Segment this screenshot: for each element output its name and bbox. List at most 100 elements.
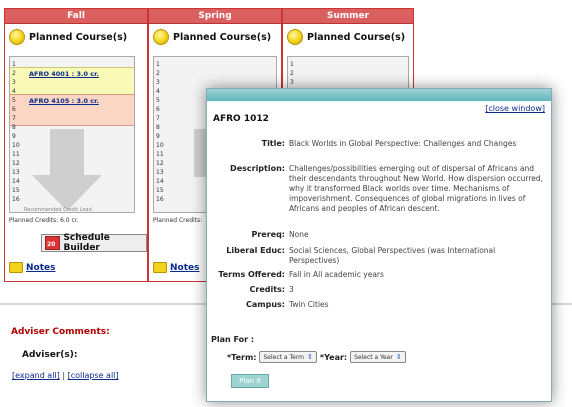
slot-number: 1	[12, 61, 16, 68]
field-label: Campus:	[246, 300, 285, 309]
field-value: None	[289, 230, 309, 239]
planned-course-item[interactable]: AFRO 4105 : 3.0 cr.	[10, 94, 134, 126]
terms-offered-field: Terms Offered: Fall in All academic year…	[207, 270, 553, 280]
course-link[interactable]: AFRO 4001 : 3.0 cr.	[29, 70, 99, 78]
term-header-fall: Fall	[5, 9, 147, 24]
field-value: Fall in All academic years	[289, 270, 384, 279]
slot-number: 15	[12, 187, 20, 194]
slot-number: 4	[156, 88, 160, 95]
slot-number: 3	[12, 79, 16, 86]
select-arrows-icon: ⇕	[395, 353, 402, 361]
title-field: Title: Black Worlds in Global Perspectiv…	[207, 139, 553, 149]
campus-field: Campus: Twin Cities	[207, 300, 553, 310]
course-slot-list[interactable]: AFRO 4001 : 3.0 cr. AFRO 4105 : 3.0 cr. …	[9, 56, 135, 213]
slot-number: 6	[156, 106, 160, 113]
description-field: Description: Challenges/possibilities em…	[207, 164, 553, 214]
slot-number: 16	[12, 196, 20, 203]
slot-number: 10	[12, 142, 20, 149]
slot-number: 10	[156, 142, 164, 149]
slot-number: 14	[12, 178, 20, 185]
lightbulb-icon	[153, 29, 169, 45]
drop-arrow-icon	[50, 129, 84, 177]
slot-number: 5	[156, 97, 160, 104]
expand-all-link[interactable]: [expand all]	[12, 371, 60, 380]
slot-number: 8	[12, 124, 16, 131]
field-label: Title:	[261, 139, 285, 148]
slot-number: 1	[290, 61, 294, 68]
select-arrows-icon: ⇕	[307, 353, 313, 361]
field-value: Challenges/possibilities emerging out of…	[289, 164, 544, 213]
liberal-educ-field: Liberal Educ: Social Sciences, Global Pe…	[207, 246, 553, 266]
expand-collapse-links: [expand all] | [collapse all]	[12, 371, 119, 380]
slot-number: 13	[156, 169, 164, 176]
slot-number: 2	[156, 70, 160, 77]
plan-for-label: Plan For :	[211, 335, 255, 344]
drop-arrow-head	[32, 175, 102, 211]
slot-number: 3	[290, 79, 294, 86]
slot-number: 5	[12, 97, 16, 104]
notes-label: Notes	[170, 262, 200, 273]
slot-number: 15	[156, 187, 164, 194]
plan-for-row: *Term: Select a Term ⇕ *Year: Select a Y…	[227, 351, 406, 363]
planned-courses-heading: Planned Course(s)	[153, 29, 271, 45]
folder-icon	[9, 262, 23, 273]
planned-courses-label: Planned Course(s)	[29, 31, 128, 43]
credits-field: Credits: 3	[207, 285, 553, 295]
slot-number: 3	[156, 79, 160, 86]
year-label: *Year:	[319, 352, 348, 362]
notes-link[interactable]: Notes	[9, 262, 55, 273]
term-label: *Term:	[227, 352, 257, 362]
planned-courses-heading: Planned Course(s)	[9, 29, 127, 45]
term-select[interactable]: Select a Term ⇕	[259, 351, 317, 363]
plan-it-button[interactable]: Plan it	[231, 374, 269, 388]
slot-number: 12	[156, 160, 164, 167]
field-label: Prereq:	[251, 230, 285, 239]
lightbulb-icon	[287, 29, 303, 45]
slot-number: 9	[12, 133, 16, 140]
slot-number: 1	[156, 61, 160, 68]
slot-number: 11	[156, 151, 164, 158]
planned-courses-label: Planned Course(s)	[307, 31, 406, 43]
notes-label: Notes	[26, 262, 56, 273]
field-value: Social Sciences, Global Perspectives (wa…	[289, 246, 496, 265]
slot-number: 7	[12, 115, 16, 122]
planned-credits: Planned Credits:	[153, 217, 203, 224]
close-window-link[interactable]: [close window]	[485, 104, 545, 113]
schedule-builder-label: Schedule Builder	[63, 233, 110, 253]
term-header-spring: Spring	[149, 9, 281, 24]
slot-number: 9	[156, 133, 160, 140]
popup-title-bar	[207, 89, 551, 101]
slot-number: 13	[12, 169, 20, 176]
course-link[interactable]: AFRO 4105 : 3.0 cr.	[29, 97, 99, 105]
field-label: Credits:	[249, 285, 286, 294]
slot-number: 14	[156, 178, 164, 185]
planned-courses-label: Planned Course(s)	[173, 31, 272, 43]
schedule-builder-button[interactable]: Schedule Builder	[41, 233, 147, 253]
term-column-fall: Fall Planned Course(s) AFRO 4001 : 3.0 c…	[4, 8, 148, 282]
slot-number: 12	[12, 160, 20, 167]
field-label: Liberal Educ:	[226, 246, 285, 255]
year-select[interactable]: Select a Year ⇕	[350, 351, 406, 363]
prereq-field: Prereq: None	[207, 230, 553, 240]
advisers-label: Adviser(s):	[22, 350, 78, 360]
course-detail-popup: [close window] AFRO 1012 Title: Black Wo…	[206, 88, 552, 402]
adviser-comments-heading: Adviser Comments:	[11, 327, 110, 337]
slot-number: 8	[156, 124, 160, 131]
field-label: Terms Offered:	[218, 270, 285, 279]
notes-link[interactable]: Notes	[153, 262, 199, 273]
planned-course-item[interactable]: AFRO 4001 : 3.0 cr.	[10, 67, 134, 95]
link-separator: |	[62, 371, 66, 380]
field-value: Black Worlds in Global Perspective: Chal…	[289, 139, 517, 148]
slot-number: 16	[156, 196, 164, 203]
field-value: 3	[289, 285, 294, 294]
field-label: Description:	[230, 164, 285, 173]
folder-icon	[153, 262, 167, 273]
recommended-credit-load: Recommended Credit Load	[24, 207, 92, 213]
term-header-summer: Summer	[283, 9, 413, 24]
slot-number: 4	[12, 88, 16, 95]
term-select-value: Select a Term	[263, 353, 305, 361]
slot-number: 2	[290, 70, 294, 77]
collapse-all-link[interactable]: [collapse all]	[68, 371, 119, 380]
planned-credits: Planned Credits: 6.0 cr.	[9, 217, 79, 224]
lightbulb-icon	[9, 29, 25, 45]
